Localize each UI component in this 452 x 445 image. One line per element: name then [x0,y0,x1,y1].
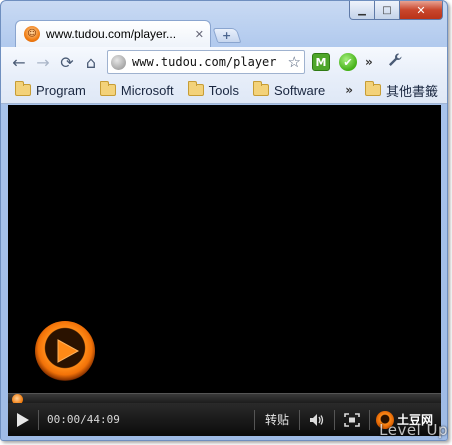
browser-tab[interactable]: ☺ www.tudou.com/player... ✕ [15,20,211,47]
bookmark-folder-tools[interactable]: Tools [187,81,239,98]
wrench-menu-icon[interactable] [387,52,403,72]
reload-button[interactable]: ⟳ [55,51,79,73]
watermark: Level Up [379,421,448,439]
bookmark-label: Program [36,82,86,98]
back-button[interactable]: ← [7,51,31,73]
bookmark-label: Microsoft [120,82,174,98]
time-display: 00:00/44:09 [47,413,120,426]
home-button[interactable]: ⌂ [79,51,103,73]
bookmark-folder-microsoft[interactable]: Microsoft [99,81,174,98]
extension-check-icon[interactable]: ✔ [339,53,357,71]
new-tab-button[interactable]: + [212,28,242,43]
bookmark-folder-software[interactable]: Software [252,81,326,98]
video-player[interactable]: 00:00/44:09 转贴 土豆网 [8,105,441,436]
folder-icon [15,81,31,96]
navigation-toolbar: ← → ⟳ ⌂ www.tudou.com/player ☆ M ✔ » [1,47,447,77]
plus-icon: + [222,29,232,42]
other-bookmarks-folder[interactable]: 其他書籤 [365,81,438,100]
window-controls: ▁ □ ✕ [349,1,443,20]
maximize-button[interactable]: □ [375,1,400,20]
fullscreen-button[interactable] [335,403,369,436]
play-button[interactable] [8,403,38,436]
tab-close-icon[interactable]: ✕ [195,28,204,41]
folder-icon [187,81,204,96]
forward-button[interactable]: → [31,51,55,73]
tudou-favicon-icon: ☺ [24,26,40,42]
extension-m-icon[interactable]: M [312,53,330,71]
bookmark-label: Tools [208,82,239,98]
speaker-icon [309,413,324,426]
divider [38,409,39,430]
folder-icon [252,81,269,96]
extensions-overflow-icon[interactable]: » [365,55,373,69]
minimize-button[interactable]: ▁ [349,1,375,20]
other-bookmarks-label: 其他書籤 [386,83,439,99]
fullscreen-icon [344,412,360,427]
player-controls: 00:00/44:09 转贴 土豆网 [8,403,441,436]
folder-icon [99,81,116,96]
address-bar[interactable]: www.tudou.com/player ☆ [107,50,305,74]
bookmarks-overflow-icon[interactable]: » [345,83,353,97]
folder-icon [365,81,382,96]
bookmark-folder-program[interactable]: Program [15,81,86,98]
globe-icon [111,54,126,70]
volume-button[interactable] [300,403,334,436]
play-icon [57,339,79,363]
url-text[interactable]: www.tudou.com/player [132,55,288,69]
repost-button[interactable]: 转贴 [255,411,299,428]
close-window-button[interactable]: ✕ [400,1,443,20]
wrench-icon [388,53,402,66]
play-icon [17,412,29,427]
big-play-button[interactable] [35,321,95,381]
progress-bar[interactable] [8,393,441,405]
tab-title: www.tudou.com/player... [46,27,177,41]
bookmark-label: Software [273,82,326,98]
browser-window: ▁ □ ✕ ☺ www.tudou.com/player... ✕ + ← → … [0,0,448,441]
bookmarks-bar: Program Microsoft Tools Software » 其他書籤 [1,77,447,104]
bookmark-star-icon[interactable]: ☆ [288,53,301,71]
